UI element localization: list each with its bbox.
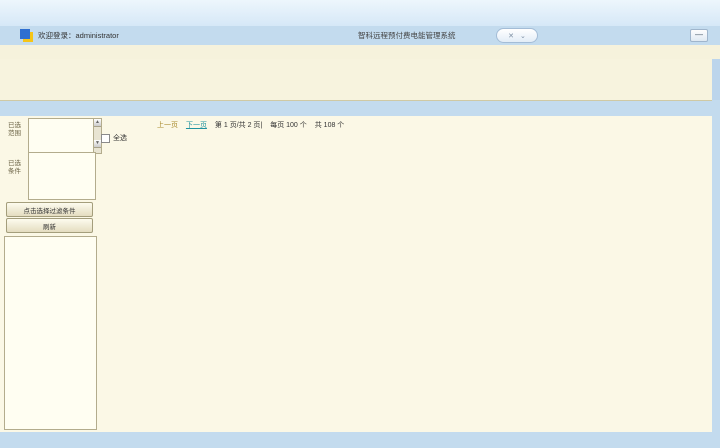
menu-bar <box>0 45 720 59</box>
document-tab-strip <box>0 100 720 116</box>
app-icon <box>20 29 30 39</box>
building-tree <box>4 236 97 430</box>
window-top-strip <box>0 0 720 26</box>
sidebar: 已选范围 ▲ ▼ 已选条件 点击选择过滤条件 刷新 <box>0 116 97 432</box>
welcome-text: 欢迎登录：administrator <box>38 30 119 41</box>
prev-page-link[interactable]: 上一页 <box>157 122 178 129</box>
select-all[interactable]: 全选 <box>101 133 127 143</box>
next-page-link[interactable]: 下一页 <box>186 122 207 129</box>
total-info: 共 108 个 <box>315 122 345 129</box>
app-window: 欢迎登录：administrator 智科远程预付费电能管理系统 ✕ ⌄ — 已… <box>0 0 720 448</box>
action-toolbar: 全选 <box>101 133 127 143</box>
choose-filter-button[interactable]: 点击选择过滤条件 <box>6 202 93 217</box>
selected-condition-box[interactable] <box>28 152 96 200</box>
select-all-label: 全选 <box>113 133 127 143</box>
condition-label: 已选条件 <box>8 160 24 176</box>
main-panel: 上一页 下一页 第 1 页/共 2 页| 每页 100 个 共 108 个 全选 <box>97 116 712 432</box>
per-page-info: 每页 100 个 <box>270 122 307 129</box>
content-area: 已选范围 ▲ ▼ 已选条件 点击选择过滤条件 刷新 上一页 下一页 第 1 页/… <box>0 116 712 432</box>
pagination: 上一页 下一页 第 1 页/共 2 页| 每页 100 个 共 108 个 <box>157 120 350 130</box>
ribbon <box>0 59 712 101</box>
minimize-button[interactable]: — <box>690 29 708 42</box>
selected-range-listbox[interactable]: ▲ ▼ <box>28 118 102 154</box>
range-label: 已选范围 <box>8 122 24 138</box>
select-all-checkbox[interactable] <box>101 134 110 143</box>
meter-card-grid <box>100 152 712 432</box>
page-info: 第 1 页/共 2 页| <box>215 122 262 129</box>
window-style-buttons[interactable]: ✕ ⌄ <box>496 28 538 43</box>
refresh-button[interactable]: 刷新 <box>6 218 93 233</box>
style-icon[interactable]: ✕ <box>508 32 514 40</box>
title-bar: 欢迎登录：administrator 智科远程预付费电能管理系统 ✕ ⌄ — <box>0 26 720 44</box>
system-title: 智科远程预付费电能管理系统 <box>358 30 456 41</box>
chevron-down-icon[interactable]: ⌄ <box>520 32 526 40</box>
ribbon-right-edge <box>712 59 720 100</box>
